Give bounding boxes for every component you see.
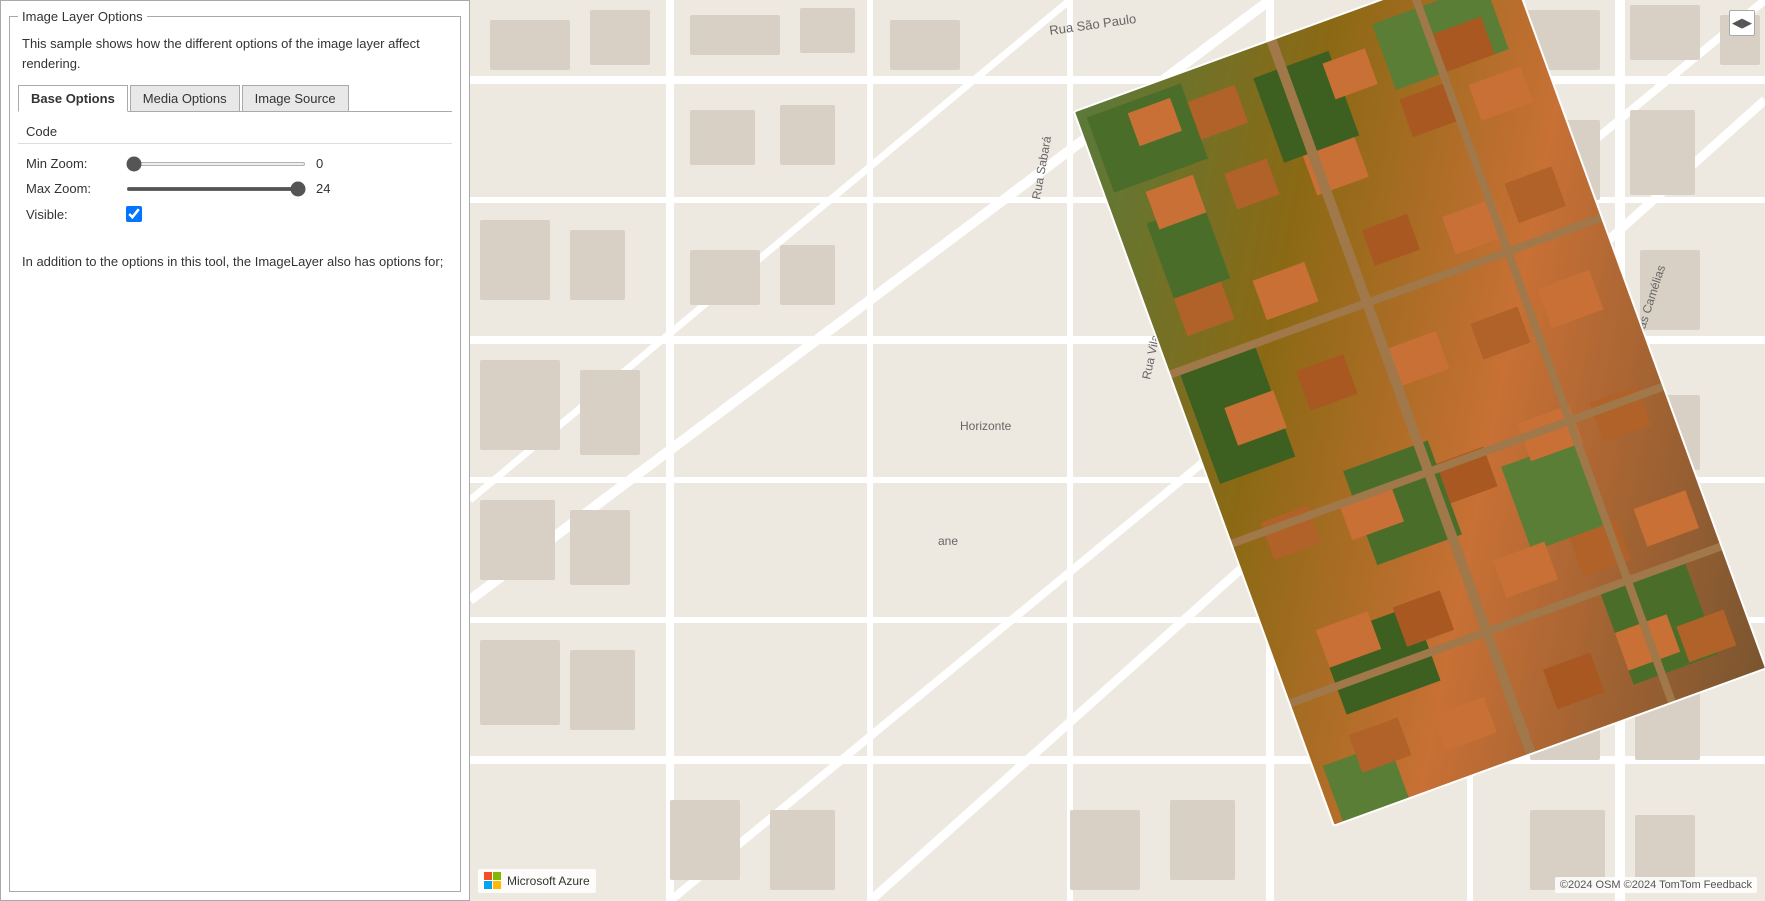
- min-zoom-slider-container: 0: [126, 156, 444, 171]
- max-zoom-value: 24: [316, 181, 336, 196]
- tab-image-source[interactable]: Image Source: [242, 85, 349, 111]
- min-zoom-label: Min Zoom:: [26, 156, 126, 171]
- map-svg: Rua São Paulo Rua Sabará Avenida Belo Ho…: [470, 0, 1765, 901]
- left-panel: Image Layer Options This sample shows ho…: [0, 0, 470, 901]
- max-zoom-row: Max Zoom: 24: [26, 181, 444, 196]
- max-zoom-slider[interactable]: [126, 187, 306, 191]
- tab-media-options[interactable]: Media Options: [130, 85, 240, 111]
- map-attribution: ©2024 OSM ©2024 TomTom Feedback: [1555, 877, 1757, 893]
- visible-label: Visible:: [26, 207, 126, 222]
- panel-legend: Image Layer Options: [18, 9, 147, 24]
- map-area[interactable]: Rua São Paulo Rua Sabará Avenida Belo Ho…: [470, 0, 1765, 901]
- max-zoom-label: Max Zoom:: [26, 181, 126, 196]
- panel-fieldset: Image Layer Options This sample shows ho…: [9, 9, 461, 892]
- brand-text: Microsoft Azure: [507, 874, 590, 888]
- visible-row: Visible:: [26, 206, 444, 222]
- code-sublabel: Code: [18, 120, 452, 144]
- street-label-horizonte: Horizonte: [960, 419, 1012, 433]
- min-zoom-slider[interactable]: [126, 162, 306, 166]
- street-label-ane: ane: [938, 534, 958, 548]
- tabs-bar: Base Options Media Options Image Source: [18, 85, 452, 112]
- options-form: Min Zoom: 0 Max Zoom: 24 Visible:: [18, 152, 452, 236]
- visible-checkbox[interactable]: [126, 206, 142, 222]
- ms-logo-icon: [484, 872, 502, 890]
- max-zoom-slider-container: 24: [126, 181, 444, 196]
- nav-arrow-icon: ◀: [1732, 15, 1742, 31]
- nav-toggle-button[interactable]: ◀ ▶: [1729, 10, 1755, 36]
- nav-expand-icon: ▶: [1742, 15, 1752, 31]
- min-zoom-row: Min Zoom: 0: [26, 156, 444, 171]
- panel-description: This sample shows how the different opti…: [22, 34, 448, 73]
- tab-base-options[interactable]: Base Options: [18, 85, 128, 112]
- min-zoom-value: 0: [316, 156, 336, 171]
- microsoft-azure-brand: Microsoft Azure: [478, 869, 596, 893]
- additional-text: In addition to the options in this tool,…: [22, 252, 448, 272]
